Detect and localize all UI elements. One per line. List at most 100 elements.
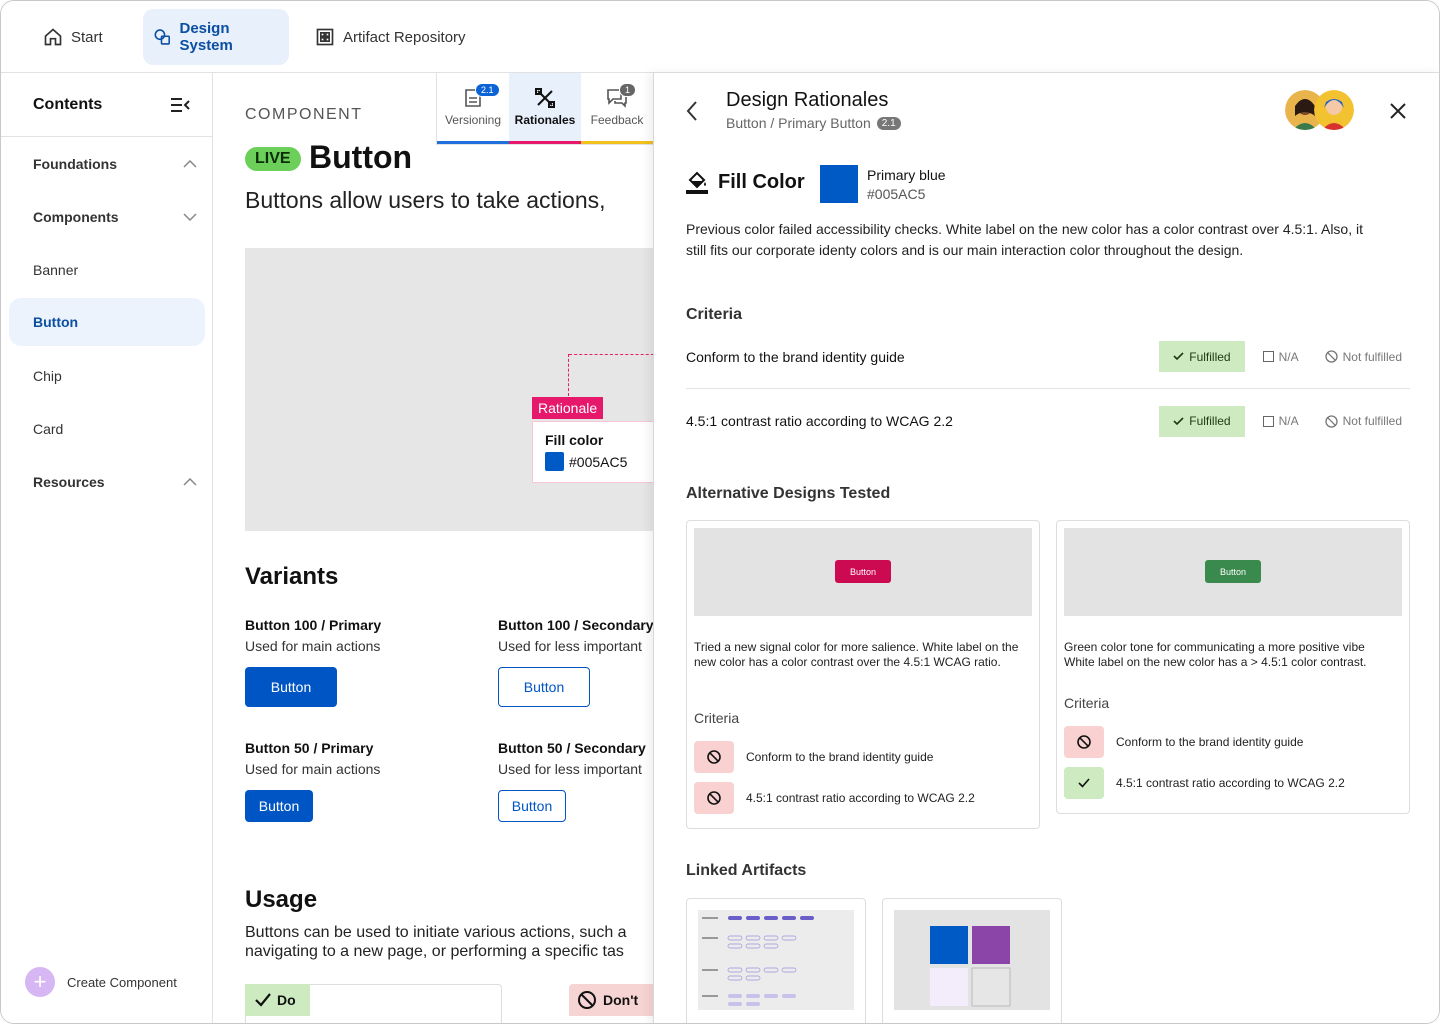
sidebar-item-components[interactable]: Components (9, 193, 205, 241)
check-icon (1173, 416, 1184, 425)
variant-title: Button 100 / Primary (245, 617, 382, 633)
side-tabs: 2.1 Versioning Rationales 1 Feedback (436, 73, 654, 145)
app-window: Start Design System Artifact Repository … (0, 0, 1440, 1024)
alternative-criteria-row: Conform to the brand identity guide (1064, 726, 1303, 758)
page-intro: Buttons allow users to take actions, (245, 187, 606, 213)
sidebar-item-label: Foundations (33, 156, 117, 172)
tab-feedback[interactable]: 1 Feedback (581, 73, 653, 144)
fill-color-title: Fill Color (718, 170, 805, 193)
chevron-up-icon (183, 478, 197, 486)
sidebar-item-button[interactable]: Button (9, 298, 205, 346)
alternative-design-card[interactable]: Button Tried a new signal color for more… (686, 520, 1040, 829)
color-palette-thumbnail (930, 926, 1011, 1007)
not-fulfilled-option[interactable]: Not fulfilled (1317, 414, 1410, 428)
sidebar-item-chip[interactable]: Chip (9, 352, 205, 400)
alternative-button: Button (835, 560, 891, 583)
alternative-design-card[interactable]: Button Green color tone for communicatin… (1056, 520, 1410, 814)
variant-desc: Used for main actions (245, 638, 381, 654)
linked-artifacts-heading: Linked Artifacts (686, 862, 807, 879)
chevron-up-icon (183, 160, 197, 168)
na-label: N/A (1278, 349, 1299, 364)
alternative-button: Button (1205, 560, 1261, 583)
collapse-menu-icon[interactable] (170, 97, 190, 113)
check-icon (255, 993, 271, 1007)
alternatives-heading: Alternative Designs Tested (686, 485, 891, 502)
alternative-criteria-row: 4.5:1 contrast ratio according to WCAG 2… (1064, 767, 1345, 799)
chevron-down-icon (183, 213, 197, 221)
variant-title: Button 100 / Secondary (498, 617, 653, 633)
component-sheet-thumbnail (702, 916, 814, 1006)
alternative-description: Tried a new signal color for more salien… (694, 640, 1019, 669)
checkbox-icon (1262, 351, 1274, 362)
not-fulfilled-option[interactable]: Not fulfilled (1317, 350, 1410, 364)
criteria-label: 4.5:1 contrast ratio according to WCAG 2… (686, 413, 953, 429)
artifact-thumbnail (894, 910, 1050, 1010)
na-label: N/A (1278, 414, 1299, 428)
component-preview (245, 248, 653, 531)
nav-artifact-repository-label: Artifact Repository (343, 28, 466, 46)
sidebar-header: Contents (1, 73, 212, 137)
sidebar-item-resources[interactable]: Resources (9, 458, 205, 506)
nav-design-system[interactable]: Design System (143, 9, 289, 65)
linked-artifact-card[interactable] (882, 898, 1062, 1023)
alternative-criteria-heading: Criteria (1064, 695, 1110, 711)
close-icon[interactable] (1390, 103, 1406, 119)
sidebar-item-foundations[interactable]: Foundations (9, 140, 205, 188)
variant-desc: Used for main actions (245, 761, 381, 777)
rationale-label: Fill color (545, 432, 604, 448)
criteria-heading: Criteria (686, 306, 743, 323)
shapes-icon (154, 29, 170, 45)
tab-versioning[interactable]: 2.1 Versioning (437, 73, 509, 144)
criteria-row: Conform to the brand identity guide Fulf… (686, 325, 1410, 389)
do-tag: Do (245, 984, 310, 1016)
tab-label: Rationales (514, 112, 576, 127)
rationale-tag[interactable]: Rationale (532, 397, 604, 419)
na-option[interactable]: N/A (1255, 414, 1307, 428)
alternative-criteria-heading: Criteria (694, 710, 740, 726)
primary-button-100[interactable]: Button (245, 667, 337, 707)
paint-bucket-icon (686, 171, 708, 194)
rationale-description: Previous color failed accessibility chec… (686, 221, 1363, 258)
criteria-label: Conform to the brand identity guide (686, 348, 905, 365)
not-fulfilled-status (1064, 726, 1104, 758)
home-icon (44, 28, 62, 46)
breadcrumb-text: Button / Primary Button (726, 115, 871, 131)
linked-artifact-card[interactable] (686, 898, 866, 1023)
tab-rationales[interactable]: Rationales (509, 73, 581, 144)
check-icon (1078, 778, 1090, 788)
not-fulfilled-label: Not fulfilled (1342, 349, 1402, 364)
usage-text: Buttons can be used to initiate various … (245, 923, 627, 961)
feedback-badge: 1 (619, 83, 637, 97)
nav-start[interactable]: Start (33, 9, 113, 65)
versioning-badge: 2.1 (475, 83, 500, 97)
sidebar-item-label: Chip (33, 368, 62, 384)
nav-artifact-repository[interactable]: Artifact Repository (305, 9, 476, 65)
page-eyebrow: COMPONENT (245, 106, 363, 123)
secondary-button-50[interactable]: Button (498, 790, 566, 822)
rationale-card[interactable]: Fill color #005AC5 (532, 421, 653, 483)
fulfilled-option[interactable]: Fulfilled (1159, 341, 1245, 372)
alternative-preview: Button (1064, 528, 1402, 616)
color-swatch (820, 165, 858, 203)
create-component-button[interactable]: + Create Component (25, 967, 177, 997)
sidebar-item-label: Banner (33, 262, 79, 278)
criteria-label: Conform to the brand identity guide (1116, 735, 1304, 749)
main-content: COMPONENT LIVE Button Buttons allow user… (213, 73, 653, 1023)
rationale-value: #005AC5 (569, 453, 628, 470)
tab-label: Versioning (444, 112, 502, 127)
secondary-button-100[interactable]: Button (498, 667, 590, 707)
tab-label: Feedback (590, 112, 644, 127)
usage-line: Buttons can be used to initiate various … (245, 924, 627, 941)
not-fulfilled-status (694, 741, 734, 773)
fulfilled-option[interactable]: Fulfilled (1159, 405, 1245, 437)
back-arrow-icon[interactable] (686, 101, 698, 121)
avatar[interactable] (1314, 90, 1354, 130)
sidebar-item-banner[interactable]: Banner (9, 246, 205, 294)
sidebar-item-card[interactable]: Card (9, 405, 205, 453)
nav-design-system-label: Design System (179, 20, 233, 54)
na-option[interactable]: N/A (1255, 350, 1307, 364)
usage-line: navigating to a new page, or performing … (245, 943, 624, 960)
primary-button-50[interactable]: Button (245, 790, 313, 822)
rationale-panel: Design Rationales Button / Primary Butto… (653, 73, 1439, 1023)
sidebar-item-label: Components (33, 209, 119, 225)
